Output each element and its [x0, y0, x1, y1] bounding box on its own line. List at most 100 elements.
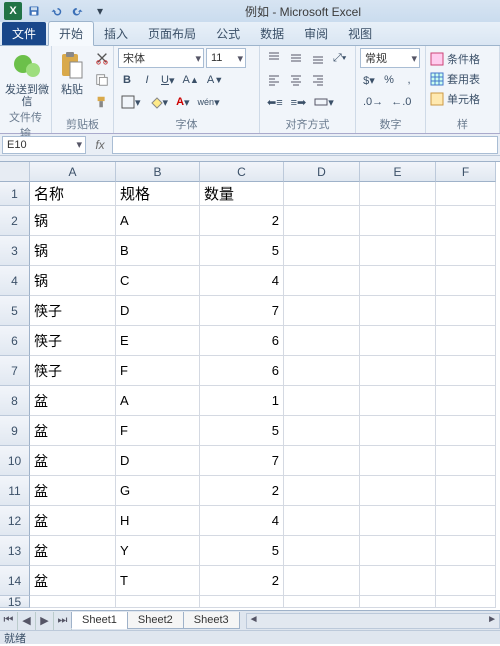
cell[interactable]: F [116, 356, 200, 386]
cell[interactable]: 5 [200, 416, 284, 446]
cell[interactable]: C [116, 266, 200, 296]
cell[interactable] [360, 182, 436, 206]
cell[interactable] [284, 236, 360, 266]
tab-pagelayout[interactable]: 页面布局 [138, 22, 206, 45]
cell[interactable] [284, 416, 360, 446]
shrink-font-button[interactable]: A▼ [204, 70, 226, 90]
font-size-combo[interactable]: 11 [206, 48, 246, 68]
sheet-nav-last[interactable]: ⏭ [54, 612, 72, 630]
row-header[interactable]: 4 [0, 266, 30, 296]
sheet-nav-prev[interactable]: ◀ [18, 612, 36, 630]
cell[interactable]: 锅 [30, 236, 116, 266]
cell[interactable] [284, 536, 360, 566]
percent-button[interactable]: % [380, 70, 398, 90]
align-middle-button[interactable] [286, 48, 306, 68]
tab-file[interactable]: 文件 [2, 22, 46, 45]
border-button[interactable]: ▾ [118, 92, 144, 112]
send-to-wechat-button[interactable]: 发送到微信 [4, 48, 50, 108]
cell[interactable] [436, 356, 496, 386]
cell[interactable] [360, 446, 436, 476]
row-header[interactable]: 10 [0, 446, 30, 476]
cell[interactable]: F [116, 416, 200, 446]
cell[interactable]: 锅 [30, 206, 116, 236]
cell[interactable] [436, 266, 496, 296]
cell[interactable]: D [116, 296, 200, 326]
tab-review[interactable]: 审阅 [294, 22, 338, 45]
align-right-button[interactable] [308, 70, 328, 90]
cell[interactable] [436, 182, 496, 206]
cell[interactable]: 盆 [30, 566, 116, 596]
cell[interactable] [360, 536, 436, 566]
font-color-button[interactable]: A▾ [173, 92, 192, 112]
align-bottom-button[interactable] [308, 48, 328, 68]
phonetic-button[interactable]: wén▾ [195, 92, 223, 112]
col-header-A[interactable]: A [30, 162, 116, 182]
cell[interactable]: A [116, 206, 200, 236]
col-header-E[interactable]: E [360, 162, 436, 182]
cell[interactable] [360, 356, 436, 386]
row-header[interactable]: 3 [0, 236, 30, 266]
bold-button[interactable]: B [118, 70, 136, 90]
number-format-combo[interactable]: 常规 [360, 48, 420, 68]
cell[interactable] [284, 386, 360, 416]
cell[interactable]: 盆 [30, 446, 116, 476]
cell[interactable] [116, 596, 200, 608]
cell[interactable] [436, 326, 496, 356]
cell[interactable] [360, 296, 436, 326]
cell[interactable]: Y [116, 536, 200, 566]
cell[interactable]: G [116, 476, 200, 506]
cell[interactable] [436, 446, 496, 476]
copy-button[interactable] [92, 70, 112, 90]
row-header[interactable]: 8 [0, 386, 30, 416]
undo-button[interactable] [46, 2, 66, 20]
cell[interactable] [284, 356, 360, 386]
underline-button[interactable]: U▾ [158, 70, 177, 90]
col-header-D[interactable]: D [284, 162, 360, 182]
cell[interactable] [436, 236, 496, 266]
cell[interactable] [436, 596, 496, 608]
cell[interactable]: H [116, 506, 200, 536]
orientation-button[interactable]: ⤢▾ [330, 48, 349, 68]
qat-dropdown[interactable]: ▾ [90, 2, 110, 20]
cell[interactable] [30, 596, 116, 608]
format-painter-button[interactable] [92, 92, 112, 112]
redo-button[interactable] [68, 2, 88, 20]
cell[interactable]: 筷子 [30, 326, 116, 356]
row-header[interactable]: 15 [0, 596, 30, 608]
cell[interactable]: 6 [200, 326, 284, 356]
save-button[interactable] [24, 2, 44, 20]
cell[interactable] [436, 506, 496, 536]
italic-button[interactable]: I [138, 70, 156, 90]
cell[interactable]: 筷子 [30, 356, 116, 386]
paste-button[interactable]: 粘贴 [56, 48, 88, 96]
cell[interactable]: D [116, 446, 200, 476]
decrease-indent-button[interactable]: ⬅≡ [264, 92, 286, 112]
currency-button[interactable]: $▾ [360, 70, 378, 90]
cell[interactable]: 锅 [30, 266, 116, 296]
cell[interactable] [360, 476, 436, 506]
cell[interactable] [360, 386, 436, 416]
cell[interactable] [284, 506, 360, 536]
cell[interactable] [284, 296, 360, 326]
cell[interactable]: 1 [200, 386, 284, 416]
sheet-nav-next[interactable]: ▶ [36, 612, 54, 630]
formula-input[interactable] [112, 136, 498, 154]
cell[interactable]: B [116, 236, 200, 266]
col-header-C[interactable]: C [200, 162, 284, 182]
align-left-button[interactable] [264, 70, 284, 90]
row-header[interactable]: 12 [0, 506, 30, 536]
cut-button[interactable] [92, 48, 112, 68]
cell[interactable]: 2 [200, 566, 284, 596]
row-header[interactable]: 1 [0, 182, 30, 206]
row-header[interactable]: 13 [0, 536, 30, 566]
cell[interactable] [360, 236, 436, 266]
tab-insert[interactable]: 插入 [94, 22, 138, 45]
cell[interactable]: 2 [200, 476, 284, 506]
cell[interactable]: 数量 [200, 182, 284, 206]
cell-styles-button[interactable]: 单元格 [430, 90, 495, 108]
row-header[interactable]: 9 [0, 416, 30, 446]
cell[interactable] [360, 506, 436, 536]
cell[interactable]: 盆 [30, 506, 116, 536]
format-as-table-button[interactable]: 套用表 [430, 70, 495, 88]
row-header[interactable]: 6 [0, 326, 30, 356]
